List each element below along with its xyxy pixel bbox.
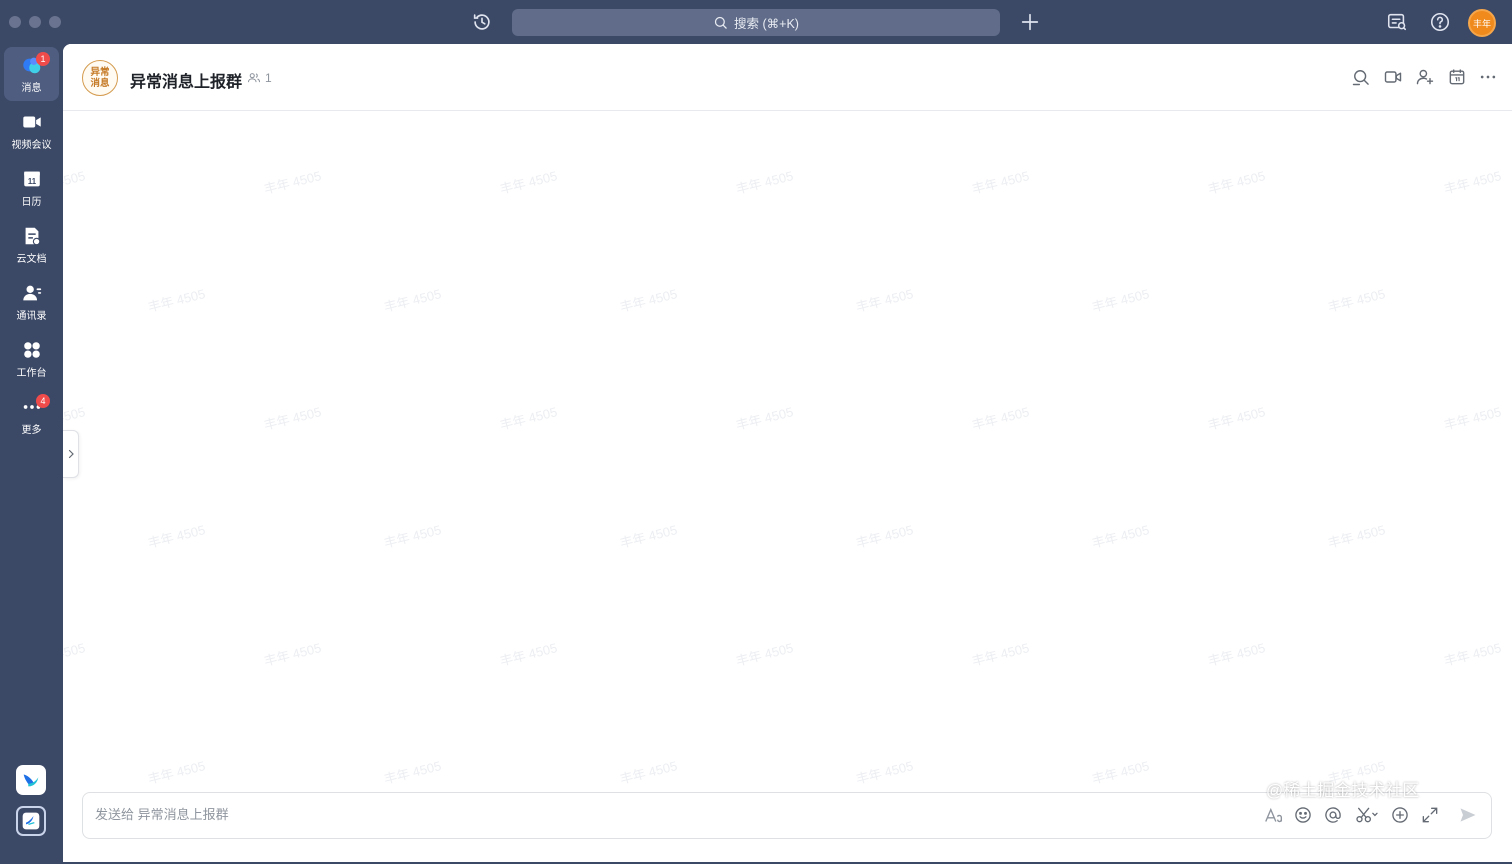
expand-sidebar-button[interactable] xyxy=(63,430,79,478)
sidebar-item-video-meeting[interactable]: 视频会议 xyxy=(4,104,59,158)
watermark-text: 丰年 4505 xyxy=(262,640,323,669)
site-watermark: @稀土掘金技术社区 xyxy=(1266,781,1420,800)
watermark-text: 丰年 4505 xyxy=(146,758,207,787)
watermark-text: 丰年 4505 xyxy=(970,168,1031,197)
member-count[interactable]: 1 xyxy=(247,71,272,85)
video-camera-icon xyxy=(22,116,41,128)
watermark-text: 丰年 4505 xyxy=(618,286,679,315)
watermark-text: 丰年 4505 xyxy=(854,286,915,315)
svg-text:11: 11 xyxy=(27,177,36,186)
contacts-icon xyxy=(22,285,41,301)
unread-badge: 1 xyxy=(36,52,50,66)
sidebar-item-label: 视频会议 xyxy=(11,140,52,151)
sidebar-item-cloud-docs[interactable]: 云文档 xyxy=(4,218,59,272)
mention-icon[interactable] xyxy=(1323,805,1345,827)
add-attachment-icon[interactable] xyxy=(1390,805,1412,827)
watermark-text: 丰年 4505 xyxy=(382,286,443,315)
sidebar-item-label: 消息 xyxy=(21,83,42,94)
document-icon xyxy=(25,227,40,246)
watermark-text: 丰年 4505 xyxy=(1090,522,1151,551)
watermark-text: 丰年 4505 xyxy=(262,404,323,433)
sidebar-item-messages[interactable]: 消息 1 xyxy=(4,47,59,101)
message-input[interactable] xyxy=(95,807,995,822)
watermark-text: 丰年 4505 xyxy=(146,522,207,551)
search-icon xyxy=(714,16,727,29)
sidebar-item-workplace[interactable]: 工作台 xyxy=(4,332,59,386)
watermark-text: 丰年 4505 xyxy=(262,168,323,197)
sidebar: 消息 1 视频会议 11 日历 云文档 通讯录 工作台 更多 4 xyxy=(0,44,63,864)
zoom-window-button[interactable] xyxy=(49,16,61,28)
video-call-icon[interactable] xyxy=(1383,67,1405,89)
watermark-text: 丰年 4505 xyxy=(1206,168,1267,197)
global-search-bar[interactable]: 搜索 (⌘+K) xyxy=(512,9,1000,36)
watermark-text: 丰年 4505 xyxy=(1442,640,1503,669)
screenshot-scissors-icon[interactable] xyxy=(1353,805,1383,827)
search-placeholder: 搜索 (⌘+K) xyxy=(734,17,799,31)
notification-panel-icon[interactable] xyxy=(1386,11,1408,33)
close-window-button[interactable] xyxy=(9,16,21,28)
group-avatar[interactable]: 异常消息 xyxy=(82,60,118,96)
sidebar-item-contacts[interactable]: 通讯录 xyxy=(4,275,59,329)
watermark-text: 丰年 4505 xyxy=(146,286,207,315)
sidebar-item-calendar[interactable]: 11 日历 xyxy=(4,161,59,215)
plus-icon[interactable] xyxy=(1019,11,1041,33)
history-icon[interactable] xyxy=(471,11,493,33)
add-member-icon[interactable] xyxy=(1415,67,1437,89)
sidebar-item-label: 云文档 xyxy=(16,254,47,265)
watermark-text: 丰年 4505 xyxy=(734,404,795,433)
sidebar-item-label: 日历 xyxy=(21,197,42,208)
watermark-text: 丰年 4505 xyxy=(854,522,915,551)
watermark-text: 丰年 4505 xyxy=(1206,640,1267,669)
chat-calendar-icon[interactable] xyxy=(1447,67,1469,89)
watermark-text: 丰年 4505 xyxy=(970,404,1031,433)
watermark-text: 丰年 4505 xyxy=(63,168,87,197)
minimize-window-button[interactable] xyxy=(29,16,41,28)
title-bar: 搜索 (⌘+K) 丰年 xyxy=(0,0,1512,44)
sidebar-item-label: 工作台 xyxy=(16,368,47,379)
watermark-text: 丰年 4505 xyxy=(970,640,1031,669)
watermark-text: 丰年 4505 xyxy=(734,168,795,197)
more-badge: 4 xyxy=(36,394,50,408)
watermark-text: 丰年 4505 xyxy=(734,640,795,669)
watermark-text: 丰年 4505 xyxy=(382,758,443,787)
text-format-icon[interactable] xyxy=(1263,805,1285,827)
watermark-text: 丰年 4505 xyxy=(382,522,443,551)
sidebar-item-label: 通讯录 xyxy=(16,311,47,322)
watermark-text: 丰年 4505 xyxy=(1206,404,1267,433)
chevron-right-icon xyxy=(68,449,74,459)
grid-apps-icon xyxy=(23,342,40,358)
sidebar-item-label: 更多 xyxy=(21,425,42,436)
members-icon xyxy=(247,73,261,83)
feishu-app-icon[interactable] xyxy=(16,765,46,795)
chat-header: 异常消息 异常消息上报群 1 xyxy=(63,44,1512,111)
emoji-icon[interactable] xyxy=(1293,805,1315,827)
group-avatar-text: 异常消息 xyxy=(90,67,110,89)
more-options-icon[interactable] xyxy=(1478,67,1500,89)
chat-title[interactable]: 异常消息上报群 xyxy=(130,68,242,92)
watermark-text: 丰年 4505 xyxy=(1090,758,1151,787)
watermark-text: 丰年 4505 xyxy=(1090,286,1151,315)
workspace-app-icon[interactable] xyxy=(16,806,46,836)
help-icon[interactable] xyxy=(1429,11,1451,33)
member-count-value: 1 xyxy=(265,71,272,85)
chat-panel: 丰年 4505 丰年 4505 丰年 4505 丰年 4505 丰年 4505 丰年 45… xyxy=(63,44,1512,862)
watermark-text: 丰年 4505 xyxy=(63,404,87,433)
watermark-text: 丰年 4505 xyxy=(1442,404,1503,433)
watermark-text: 丰年 4505 xyxy=(498,640,559,669)
expand-editor-icon[interactable] xyxy=(1420,805,1442,827)
sidebar-item-more[interactable]: 更多 4 xyxy=(4,389,59,443)
watermark-text: 丰年 4505 xyxy=(1442,168,1503,197)
search-chat-icon[interactable] xyxy=(1351,67,1373,89)
watermark-text: 丰年 4505 xyxy=(63,640,87,669)
calendar-icon: 11 xyxy=(23,171,40,187)
send-icon[interactable] xyxy=(1458,805,1480,827)
watermark-text: 丰年 4505 xyxy=(1326,522,1387,551)
watermark-text: 丰年 4505 xyxy=(1326,286,1387,315)
watermark-text: 丰年 4505 xyxy=(498,168,559,197)
watermark-text: 丰年 4505 xyxy=(854,758,915,787)
watermark-text: 丰年 4505 xyxy=(498,404,559,433)
user-avatar[interactable]: 丰年 xyxy=(1468,9,1496,37)
watermark-text: 丰年 4505 xyxy=(618,758,679,787)
watermark-text: 丰年 4505 xyxy=(618,522,679,551)
